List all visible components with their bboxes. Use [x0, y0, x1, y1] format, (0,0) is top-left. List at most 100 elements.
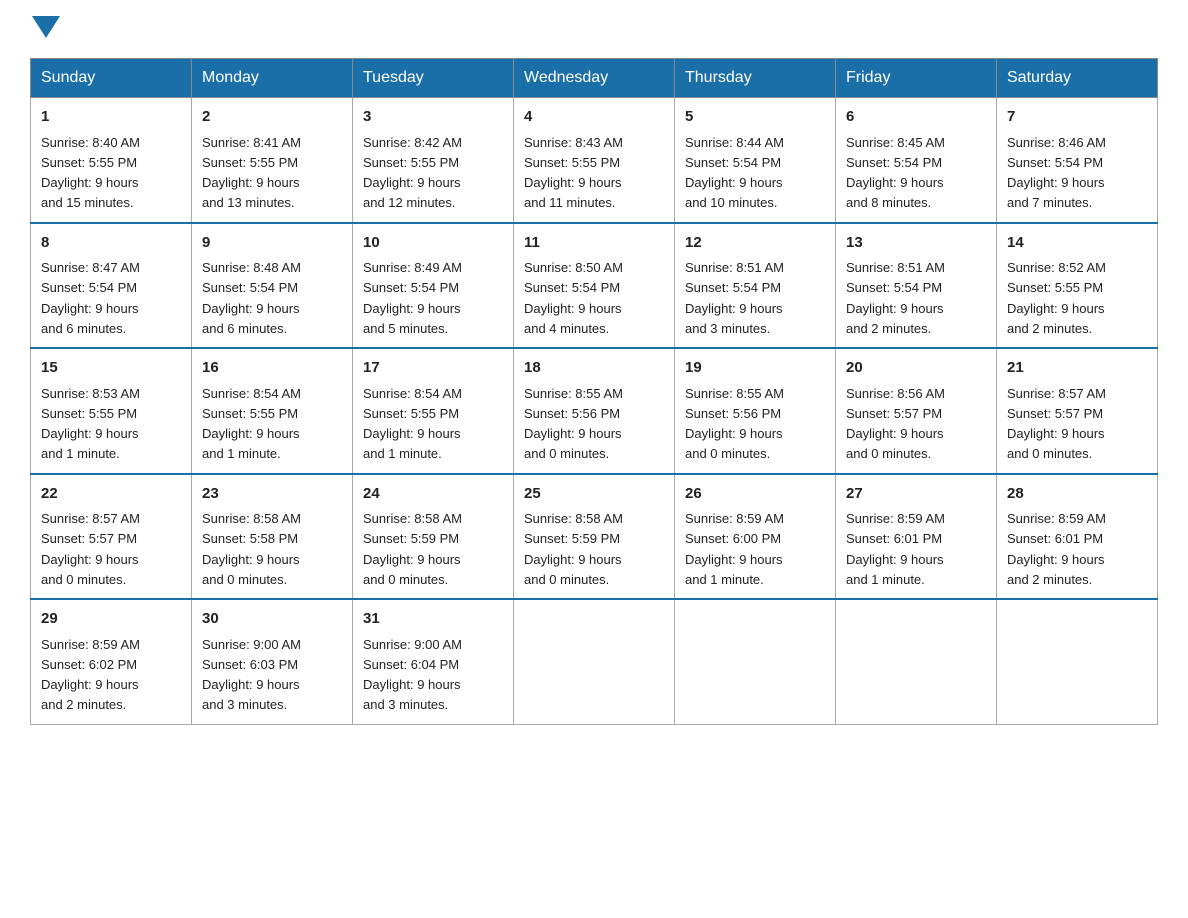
day-info: Sunrise: 8:54 AMSunset: 5:55 PMDaylight:…	[363, 386, 462, 462]
day-number: 29	[41, 608, 181, 631]
calendar-cell	[675, 599, 836, 724]
calendar-cell: 16Sunrise: 8:54 AMSunset: 5:55 PMDayligh…	[192, 348, 353, 474]
calendar-cell: 21 Sunrise: 8:57 AMSunset: 5:57 PMDayligh…	[997, 348, 1158, 474]
calendar-cell: 27 Sunrise: 8:59 AMSunset: 6:01 PMDayligh…	[836, 474, 997, 600]
calendar-cell: 22 Sunrise: 8:57 AMSunset: 5:57 PMDayligh…	[31, 474, 192, 600]
weekday-header-row: SundayMondayTuesdayWednesdayThursdayFrid…	[31, 59, 1158, 98]
calendar-cell: 17 Sunrise: 8:54 AMSunset: 5:55 PMDayligh…	[353, 348, 514, 474]
calendar-cell: 4 Sunrise: 8:43 AMSunset: 5:55 PMDaylight…	[514, 98, 675, 223]
calendar-cell: 10 Sunrise: 8:49 AMSunset: 5:54 PMDayligh…	[353, 223, 514, 349]
day-info: Sunrise: 8:57 AMSunset: 5:57 PMDaylight:…	[41, 511, 140, 587]
calendar-cell: 23 Sunrise: 8:58 AMSunset: 5:58 PMDayligh…	[192, 474, 353, 600]
calendar-cell: 30 Sunrise: 9:00 AMSunset: 6:03 PMDayligh…	[192, 599, 353, 724]
day-number: 28	[1007, 483, 1147, 506]
day-number: 13	[846, 232, 986, 255]
day-number: 17	[363, 357, 503, 380]
day-number: 15	[41, 357, 181, 380]
day-info: Sunrise: 8:51 AMSunset: 5:54 PMDaylight:…	[846, 260, 945, 336]
calendar-cell: 9Sunrise: 8:48 AMSunset: 5:54 PMDaylight…	[192, 223, 353, 349]
day-number: 20	[846, 357, 986, 380]
weekday-header-sunday: Sunday	[31, 59, 192, 98]
day-number: 9	[202, 232, 342, 255]
calendar-cell	[514, 599, 675, 724]
day-info: Sunrise: 9:00 AMSunset: 6:04 PMDaylight:…	[363, 637, 462, 713]
logo	[30, 20, 62, 38]
calendar-cell: 8Sunrise: 8:47 AMSunset: 5:54 PMDaylight…	[31, 223, 192, 349]
day-number: 12	[685, 232, 825, 255]
day-info: Sunrise: 8:58 AMSunset: 5:59 PMDaylight:…	[363, 511, 462, 587]
day-info: Sunrise: 8:46 AMSunset: 5:54 PMDaylight:…	[1007, 135, 1106, 211]
weekday-header-friday: Friday	[836, 59, 997, 98]
day-info: Sunrise: 8:52 AMSunset: 5:55 PMDaylight:…	[1007, 260, 1106, 336]
day-number: 18	[524, 357, 664, 380]
day-info: Sunrise: 8:40 AMSunset: 5:55 PMDaylight:…	[41, 135, 140, 211]
calendar-cell: 20 Sunrise: 8:56 AMSunset: 5:57 PMDayligh…	[836, 348, 997, 474]
day-info: Sunrise: 8:45 AMSunset: 5:54 PMDaylight:…	[846, 135, 945, 211]
day-number: 10	[363, 232, 503, 255]
calendar-cell: 7Sunrise: 8:46 AMSunset: 5:54 PMDaylight…	[997, 98, 1158, 223]
day-number: 3	[363, 106, 503, 129]
day-number: 27	[846, 483, 986, 506]
day-number: 16	[202, 357, 342, 380]
day-info: Sunrise: 8:59 AMSunset: 6:01 PMDaylight:…	[1007, 511, 1106, 587]
weekday-header-saturday: Saturday	[997, 59, 1158, 98]
day-info: Sunrise: 8:57 AMSunset: 5:57 PMDaylight:…	[1007, 386, 1106, 462]
day-info: Sunrise: 9:00 AMSunset: 6:03 PMDaylight:…	[202, 637, 301, 713]
calendar-cell: 31 Sunrise: 9:00 AMSunset: 6:04 PMDayligh…	[353, 599, 514, 724]
day-info: Sunrise: 8:51 AMSunset: 5:54 PMDaylight:…	[685, 260, 784, 336]
calendar-cell: 18 Sunrise: 8:55 AMSunset: 5:56 PMDayligh…	[514, 348, 675, 474]
day-info: Sunrise: 8:55 AMSunset: 5:56 PMDaylight:…	[685, 386, 784, 462]
day-number: 1	[41, 106, 181, 129]
day-number: 19	[685, 357, 825, 380]
weekday-header-monday: Monday	[192, 59, 353, 98]
calendar-cell	[836, 599, 997, 724]
calendar-week-row-1: 1 Sunrise: 8:40 AMSunset: 5:55 PMDaylight…	[31, 98, 1158, 223]
calendar-cell: 14 Sunrise: 8:52 AMSunset: 5:55 PMDayligh…	[997, 223, 1158, 349]
calendar-cell: 15 Sunrise: 8:53 AMSunset: 5:55 PMDayligh…	[31, 348, 192, 474]
calendar-cell: 11 Sunrise: 8:50 AMSunset: 5:54 PMDayligh…	[514, 223, 675, 349]
day-number: 24	[363, 483, 503, 506]
weekday-header-tuesday: Tuesday	[353, 59, 514, 98]
day-info: Sunrise: 8:59 AMSunset: 6:02 PMDaylight:…	[41, 637, 140, 713]
day-number: 14	[1007, 232, 1147, 255]
day-number: 31	[363, 608, 503, 631]
day-number: 2	[202, 106, 342, 129]
day-number: 4	[524, 106, 664, 129]
day-info: Sunrise: 8:50 AMSunset: 5:54 PMDaylight:…	[524, 260, 623, 336]
day-number: 23	[202, 483, 342, 506]
calendar-cell: 1 Sunrise: 8:40 AMSunset: 5:55 PMDaylight…	[31, 98, 192, 223]
day-number: 21	[1007, 357, 1147, 380]
calendar-cell: 6 Sunrise: 8:45 AMSunset: 5:54 PMDaylight…	[836, 98, 997, 223]
day-info: Sunrise: 8:43 AMSunset: 5:55 PMDaylight:…	[524, 135, 623, 211]
day-info: Sunrise: 8:58 AMSunset: 5:59 PMDaylight:…	[524, 511, 623, 587]
calendar-week-row-3: 15 Sunrise: 8:53 AMSunset: 5:55 PMDayligh…	[31, 348, 1158, 474]
day-number: 26	[685, 483, 825, 506]
day-number: 22	[41, 483, 181, 506]
calendar-cell: 29 Sunrise: 8:59 AMSunset: 6:02 PMDayligh…	[31, 599, 192, 724]
page-header	[30, 20, 1158, 38]
day-number: 11	[524, 232, 664, 255]
day-info: Sunrise: 8:55 AMSunset: 5:56 PMDaylight:…	[524, 386, 623, 462]
day-info: Sunrise: 8:59 AMSunset: 6:01 PMDaylight:…	[846, 511, 945, 587]
calendar-week-row-4: 22 Sunrise: 8:57 AMSunset: 5:57 PMDayligh…	[31, 474, 1158, 600]
day-info: Sunrise: 8:56 AMSunset: 5:57 PMDaylight:…	[846, 386, 945, 462]
day-number: 30	[202, 608, 342, 631]
day-number: 5	[685, 106, 825, 129]
calendar-week-row-2: 8Sunrise: 8:47 AMSunset: 5:54 PMDaylight…	[31, 223, 1158, 349]
calendar-cell: 24 Sunrise: 8:58 AMSunset: 5:59 PMDayligh…	[353, 474, 514, 600]
day-info: Sunrise: 8:49 AMSunset: 5:54 PMDaylight:…	[363, 260, 462, 336]
logo-triangle-icon	[32, 16, 60, 38]
calendar-table: SundayMondayTuesdayWednesdayThursdayFrid…	[30, 58, 1158, 725]
day-info: Sunrise: 8:58 AMSunset: 5:58 PMDaylight:…	[202, 511, 301, 587]
calendar-cell: 28 Sunrise: 8:59 AMSunset: 6:01 PMDayligh…	[997, 474, 1158, 600]
day-number: 25	[524, 483, 664, 506]
calendar-cell: 25 Sunrise: 8:58 AMSunset: 5:59 PMDayligh…	[514, 474, 675, 600]
calendar-cell: 19 Sunrise: 8:55 AMSunset: 5:56 PMDayligh…	[675, 348, 836, 474]
day-info: Sunrise: 8:53 AMSunset: 5:55 PMDaylight:…	[41, 386, 140, 462]
calendar-cell	[997, 599, 1158, 724]
calendar-cell: 5Sunrise: 8:44 AMSunset: 5:54 PMDaylight…	[675, 98, 836, 223]
day-info: Sunrise: 8:47 AMSunset: 5:54 PMDaylight:…	[41, 260, 140, 336]
day-number: 6	[846, 106, 986, 129]
calendar-cell: 2Sunrise: 8:41 AMSunset: 5:55 PMDaylight…	[192, 98, 353, 223]
calendar-cell: 12 Sunrise: 8:51 AMSunset: 5:54 PMDayligh…	[675, 223, 836, 349]
